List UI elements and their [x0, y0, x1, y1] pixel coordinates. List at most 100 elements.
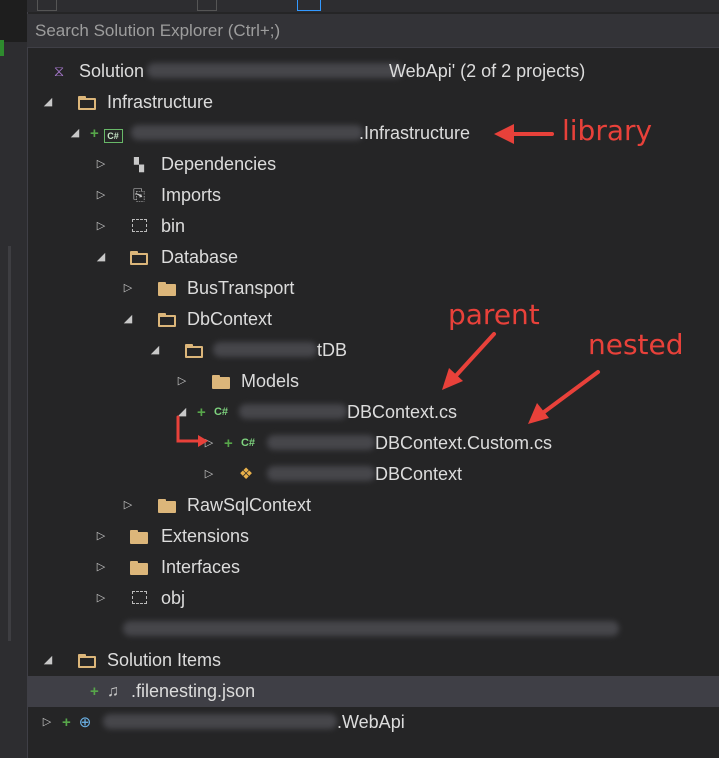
tree-row-database[interactable]: ◢ Database: [27, 242, 719, 273]
collapsed-arrow-icon[interactable]: ▷: [202, 428, 216, 459]
visual-studio-solution-icon: ⧖: [53, 63, 65, 80]
search-box[interactable]: [27, 14, 719, 48]
redacted-name: [239, 397, 347, 428]
toolbar-button-active[interactable]: [297, 0, 321, 11]
folder-icon: [157, 490, 177, 521]
class-icon: ❖: [238, 466, 254, 483]
expanded-arrow-icon[interactable]: ◢: [68, 118, 82, 149]
tree-row-rawsqlcontext[interactable]: ▷ RawSqlContext: [27, 490, 719, 521]
tree-row-obj[interactable]: ▷ obj: [27, 583, 719, 614]
tree-label: DBContext: [375, 464, 463, 484]
search-input[interactable]: [27, 14, 719, 47]
tree-row-filenesting[interactable]: + ♫ .filenesting.json: [27, 676, 719, 707]
tree-label: BusTransport: [187, 278, 295, 298]
imports-icon: ⎘: [132, 187, 145, 204]
tree-label: DBContext.cs: [347, 402, 458, 422]
redacted-name: [103, 707, 337, 738]
redacted-name: [267, 428, 375, 459]
collapsed-arrow-icon[interactable]: ▷: [94, 552, 108, 583]
folder-open-icon: [129, 242, 149, 273]
tree-label: tDB: [317, 340, 348, 360]
expanded-arrow-icon[interactable]: ◢: [94, 242, 108, 273]
tree-label: DbContext: [187, 309, 273, 329]
tree-label: Infrastructure: [107, 92, 214, 112]
pending-add-icon: +: [62, 714, 71, 731]
collapsed-arrow-icon[interactable]: ▷: [94, 521, 108, 552]
annotation-nested: nested: [588, 328, 684, 361]
collapsed-arrow-icon[interactable]: ▷: [94, 211, 108, 242]
solution-explorer-toolbar: [27, 0, 719, 12]
folder-open-icon: [77, 645, 97, 676]
tree-row-redacted-file[interactable]: [27, 614, 719, 645]
solution-label-prefix: Solution: [79, 61, 145, 81]
expanded-arrow-icon[interactable]: ◢: [121, 304, 135, 335]
folder-icon: [129, 552, 149, 583]
collapsed-arrow-icon[interactable]: ▷: [94, 149, 108, 180]
tree-label: bin: [161, 216, 186, 236]
csharp-file-icon: C#: [213, 406, 229, 418]
tree-row-interfaces[interactable]: ▷ Interfaces: [27, 552, 719, 583]
toolbar-button[interactable]: [197, 0, 217, 11]
annotation-library: library: [562, 114, 653, 147]
tree-label: Dependencies: [161, 154, 277, 174]
toolbar-button[interactable]: [37, 0, 57, 11]
collapsed-arrow-icon[interactable]: ▷: [94, 583, 108, 614]
collapsed-arrow-icon[interactable]: ▷: [202, 459, 216, 490]
adjacent-scrollbar[interactable]: [8, 246, 11, 641]
pending-add-icon: +: [197, 404, 206, 421]
folder-open-icon: [77, 87, 97, 118]
tree-row-solution-items[interactable]: ◢ Solution Items: [27, 645, 719, 676]
json-file-icon: ♫: [107, 683, 119, 700]
tree-label: Models: [241, 371, 300, 391]
folder-open-icon: [184, 335, 204, 366]
tree-label: Imports: [161, 185, 222, 205]
collapsed-arrow-icon[interactable]: ▷: [121, 490, 135, 521]
expanded-arrow-icon[interactable]: ◢: [41, 87, 55, 118]
tree-label: .WebApi: [337, 712, 405, 732]
tree-row-dbcontext-class[interactable]: ▷ ❖ DBContext: [27, 459, 719, 490]
redacted-name: [131, 118, 363, 149]
expanded-arrow-icon[interactable]: ◢: [148, 335, 162, 366]
hidden-folder-icon: [129, 211, 149, 242]
collapsed-arrow-icon[interactable]: ▷: [175, 366, 189, 397]
adjacent-panel-header: [0, 0, 27, 42]
redacted-name: [147, 56, 403, 87]
annotation-parent: parent: [448, 298, 540, 331]
tree-label: Database: [161, 247, 239, 267]
tree-row-dependencies[interactable]: ▷ ▚ Dependencies: [27, 149, 719, 180]
expanded-arrow-icon[interactable]: ◢: [41, 645, 55, 676]
solution-label-suffix: WebApi' (2 of 2 projects): [389, 61, 586, 81]
pending-add-icon: +: [90, 683, 99, 700]
tree-label: .Infrastructure: [359, 123, 471, 143]
collapsed-arrow-icon[interactable]: ▷: [121, 273, 135, 304]
tree-row-imports[interactable]: ▷ ⎘ Imports: [27, 180, 719, 211]
tree-row-bustransport[interactable]: ▷ BusTransport: [27, 273, 719, 304]
solution-explorer-window: ⧖ Solution WebApi' (2 of 2 projects) ◢ I…: [0, 0, 719, 758]
tree-row-dbcontext-custom-cs[interactable]: ▷ + C# DBContext.Custom.cs: [27, 428, 719, 459]
folder-open-icon: [157, 304, 177, 335]
tree-label: RawSqlContext: [187, 495, 312, 515]
collapsed-arrow-icon[interactable]: ▷: [40, 707, 54, 738]
tree-label: Interfaces: [161, 557, 241, 577]
redacted-name: [123, 614, 619, 645]
pending-add-icon: +: [224, 435, 233, 452]
pending-add-icon: +: [90, 125, 99, 142]
hidden-folder-icon: [129, 583, 149, 614]
tree-row-models[interactable]: ▷ Models: [27, 366, 719, 397]
redacted-name: [213, 335, 317, 366]
tree-label: Extensions: [161, 526, 250, 546]
tree-row-bin[interactable]: ▷ bin: [27, 211, 719, 242]
collapsed-arrow-icon[interactable]: ▷: [94, 180, 108, 211]
expanded-arrow-icon[interactable]: ◢: [175, 397, 189, 428]
tree-row-extensions[interactable]: ▷ Extensions: [27, 521, 719, 552]
folder-icon: [129, 521, 149, 552]
tree-label: .filenesting.json: [131, 681, 256, 701]
adjacent-panel-strip: [0, 0, 28, 758]
status-indicator: [0, 40, 4, 56]
tree-row-solution[interactable]: ⧖ Solution WebApi' (2 of 2 projects): [27, 56, 719, 87]
folder-icon: [211, 366, 231, 397]
tree-label: Solution Items: [107, 650, 222, 670]
tree-row-webapi-project[interactable]: ▷ + ⊕ .WebApi: [27, 707, 719, 738]
tree-row-dbcontext-cs[interactable]: ◢ + C# DBContext.cs: [27, 397, 719, 428]
tree-label: DBContext.Custom.cs: [375, 433, 553, 453]
